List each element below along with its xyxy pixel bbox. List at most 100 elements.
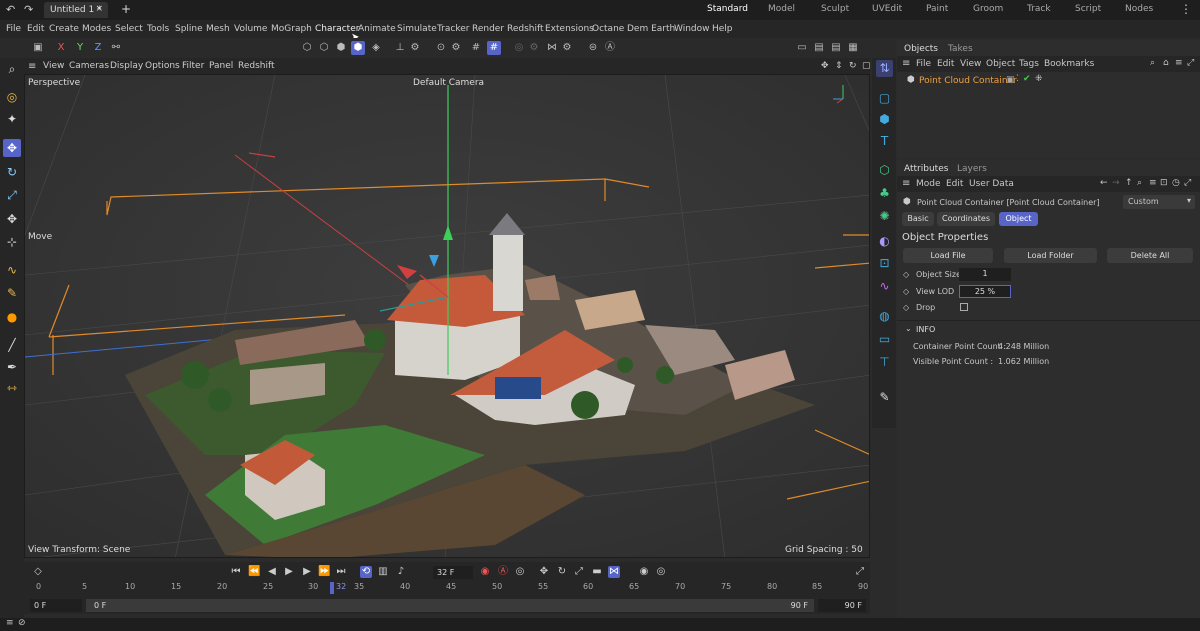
viewport-menu-panel[interactable]: Panel <box>209 61 233 71</box>
measure-tool-icon[interactable]: ⇿ <box>3 379 21 397</box>
axis-mode-icon[interactable]: ⊥ <box>393 41 407 55</box>
view-lod-field[interactable]: 25 % <box>959 285 1011 298</box>
subtab-object[interactable]: Object <box>999 212 1038 226</box>
drop-checkbox[interactable] <box>960 303 968 311</box>
deformer-icon[interactable]: ◐ <box>876 233 893 250</box>
points-mode-icon[interactable]: ⬡ <box>300 41 314 55</box>
search-icon[interactable]: ⌕ <box>3 60 21 78</box>
transform-tool-icon[interactable]: ✥ <box>3 210 21 228</box>
mograph-cloner-icon[interactable]: ♣ <box>876 185 893 202</box>
objects-menu-bookmarks[interactable]: Bookmarks <box>1044 59 1094 69</box>
workplane-settings-icon[interactable]: ⚙ <box>527 41 541 55</box>
attributes-menu-edit[interactable]: Edit <box>946 179 963 189</box>
menu-help[interactable]: Help <box>712 24 733 34</box>
viewport-menu-view[interactable]: View <box>43 61 64 71</box>
lock-z-axis-button[interactable]: Z <box>91 41 105 55</box>
load-folder-button[interactable]: Load Folder <box>1004 248 1097 263</box>
workplane-icon[interactable]: ◎ <box>512 41 526 55</box>
key-rotation-icon[interactable]: ↻ <box>556 566 568 578</box>
menu-extensions[interactable]: Extensions <box>545 24 594 34</box>
go-to-end-icon[interactable]: ⏭ <box>335 566 347 578</box>
loop-icon[interactable]: ⟲ <box>360 566 372 578</box>
environment-icon[interactable]: ◍ <box>876 308 893 325</box>
next-frame-icon[interactable]: ▶ <box>301 566 313 578</box>
document-tab[interactable]: Untitled 1 * × <box>44 2 108 18</box>
menu-redshift[interactable]: Redshift <box>507 24 544 34</box>
object-name-label[interactable]: Point Cloud Container <box>919 76 1017 86</box>
home-icon[interactable]: ⌂ <box>1163 58 1169 68</box>
expand-panel-icon[interactable]: ⤢ <box>1184 178 1191 188</box>
keyframe-icon[interactable]: ◇ <box>32 566 44 578</box>
previous-key-icon[interactable]: ⏪ <box>248 566 260 578</box>
visibility-dots-icon[interactable]: ⁚ <box>1016 74 1019 84</box>
key-scale-icon[interactable]: ⤢ <box>573 566 585 578</box>
layout-tab-track[interactable]: Track <box>1027 4 1051 14</box>
layer-indicator-icon[interactable]: ▣ <box>1006 75 1015 85</box>
play-icon[interactable]: ▶ <box>283 566 295 578</box>
text-tool-icon[interactable]: T <box>876 133 893 150</box>
search-icon[interactable]: ⌕ <box>1137 178 1142 188</box>
objects-menu-tags[interactable]: Tags <box>1019 59 1039 69</box>
object-mode-icon[interactable]: ⬢ <box>351 41 365 55</box>
onion-skin-icon[interactable]: ◎ <box>655 566 667 578</box>
key-pla-icon[interactable]: ⋈ <box>608 566 620 578</box>
expand-panel-icon[interactable]: ⤢ <box>1187 58 1194 68</box>
keyframe-icon[interactable]: ◇ <box>903 287 909 296</box>
pen-edit-icon[interactable]: ✎ <box>876 389 893 406</box>
attributes-menu-icon[interactable]: ≡ <box>902 178 910 189</box>
objects-menu-file[interactable]: File <box>916 59 931 69</box>
menu-modes[interactable]: Modes <box>82 24 111 34</box>
up-arrow-icon[interactable]: ↑ <box>1125 178 1133 188</box>
viewport-camera-label[interactable]: Default Camera <box>413 78 484 88</box>
camera-icon[interactable]: ▭ <box>876 331 893 348</box>
preset-dropdown[interactable]: Custom ▾ <box>1123 195 1195 209</box>
effector-icon[interactable]: ✺ <box>876 208 893 225</box>
autokey-icon[interactable]: Ⓐ <box>497 566 509 578</box>
timeline-graph-icon[interactable]: ⤢ <box>854 566 866 578</box>
layout-tab-groom[interactable]: Groom <box>973 4 1003 14</box>
lock-x-axis-button[interactable]: X <box>54 41 68 55</box>
quantize-icon[interactable]: # <box>487 41 501 55</box>
texture-mode-icon[interactable]: ◈ <box>369 41 383 55</box>
key-position-icon[interactable]: ✥ <box>538 566 550 578</box>
objects-menu-object[interactable]: Object <box>986 59 1015 69</box>
tab-objects[interactable]: Objects <box>904 44 938 54</box>
menu-window[interactable]: Window <box>674 24 710 34</box>
subtab-coordinates[interactable]: Coordinates <box>937 212 995 226</box>
status-check-icon[interactable]: ⊘ <box>18 618 26 628</box>
spline-icon[interactable]: ∿ <box>876 278 893 295</box>
soft-selection-icon[interactable]: ⊙ <box>434 41 448 55</box>
tab-attributes[interactable]: Attributes <box>904 164 948 174</box>
menu-render[interactable]: Render <box>472 24 504 34</box>
motion-system-icon[interactable]: ◉ <box>638 566 650 578</box>
viewport-menu-icon[interactable]: ≡ <box>28 61 36 72</box>
edges-mode-icon[interactable]: ⬡ <box>317 41 331 55</box>
keyframe-icon[interactable]: ◇ <box>903 303 909 312</box>
menu-dem-earth[interactable]: Dem Earth <box>627 24 675 34</box>
frame-ruler[interactable]: 0 5 10 15 20 25 30 35 40 45 50 55 60 65 … <box>36 582 868 594</box>
end-frame-field[interactable]: 90 F <box>818 599 866 612</box>
menu-tools[interactable]: Tools <box>147 24 169 34</box>
spline-pen-icon[interactable]: ∿ <box>3 261 21 279</box>
render-settings-icon[interactable]: ▦ <box>846 41 860 55</box>
live-selection-icon[interactable]: ✦ <box>3 110 21 128</box>
object-size-field[interactable]: 1 <box>959 268 1011 281</box>
null-object-icon[interactable]: ▢ <box>876 90 893 107</box>
forward-arrow-icon[interactable]: → <box>1112 178 1120 188</box>
search-icon[interactable]: ⌕ <box>1150 58 1155 68</box>
menu-mesh[interactable]: Mesh <box>206 24 230 34</box>
tab-layers[interactable]: Layers <box>957 164 987 174</box>
menu-octane[interactable]: Octane <box>592 24 624 34</box>
field-icon[interactable]: ⊡ <box>876 255 893 272</box>
load-file-button[interactable]: Load File <box>903 248 993 263</box>
menu-simulate[interactable]: Simulate <box>397 24 437 34</box>
3d-viewport[interactable]: Perspective Default Camera Move View Tra… <box>24 74 870 558</box>
enabled-check-icon[interactable]: ✔ <box>1023 74 1031 84</box>
viewport-rotate-icon[interactable]: ↻ <box>849 61 857 71</box>
record-active-icon[interactable]: ◉ <box>479 566 491 578</box>
rotate-tool-icon[interactable]: ↻ <box>3 163 21 181</box>
filter-icon[interactable]: ≡ <box>1175 58 1183 68</box>
render-picture-viewer-icon[interactable]: ▤ <box>829 41 843 55</box>
frame-range-slider[interactable]: 0 F 90 F <box>86 599 814 612</box>
sound-icon[interactable]: ♪ <box>395 566 407 578</box>
